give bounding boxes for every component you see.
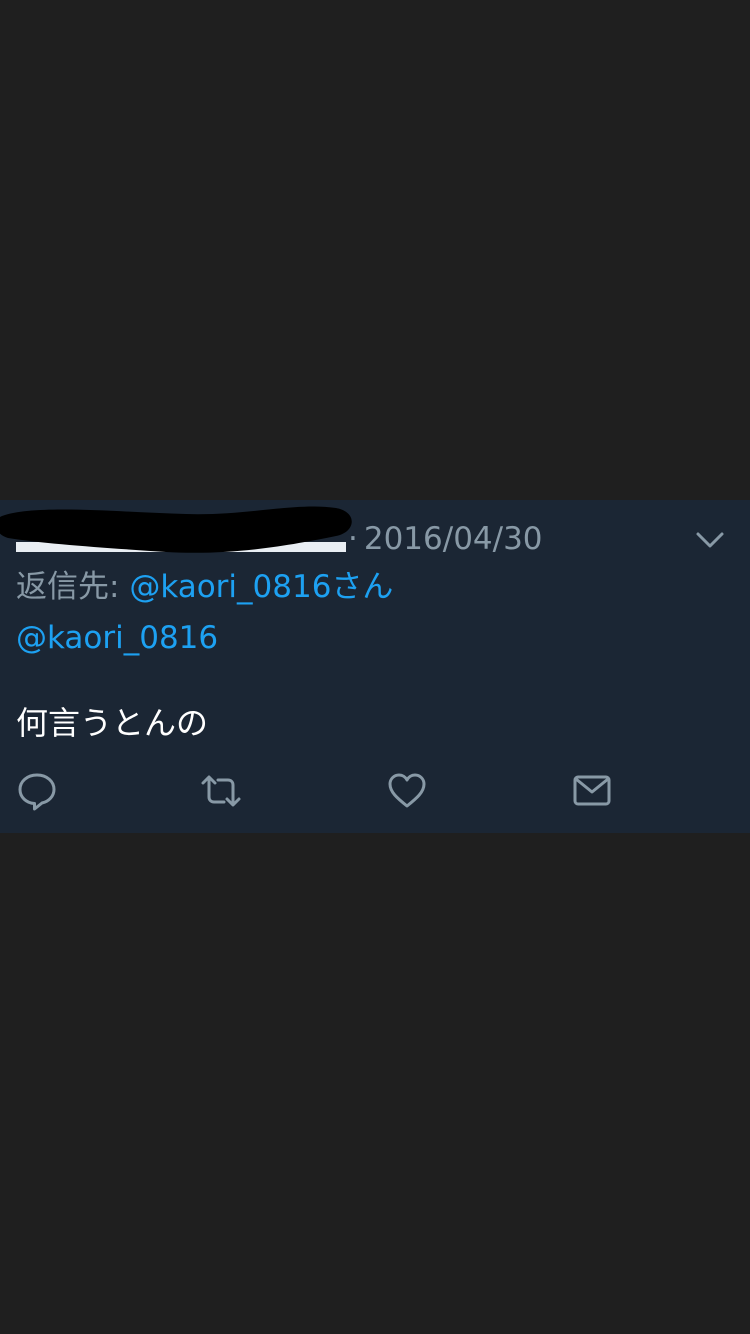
redaction-scribble	[0, 498, 356, 556]
chevron-down-icon[interactable]	[694, 526, 726, 554]
reply-to-line: 返信先: @kaori_0816さん	[16, 567, 393, 607]
reply-to-label: 返信先:	[16, 569, 130, 605]
envelope-icon[interactable]	[571, 770, 613, 812]
tweet-timestamp[interactable]: · 2016/04/30	[348, 520, 543, 558]
heart-icon[interactable]	[386, 770, 428, 812]
comment-bubble-icon[interactable]	[16, 770, 58, 812]
tweet-text: 何言うとんの	[16, 704, 209, 742]
reply-to-mention[interactable]: @kaori_0816さん	[129, 569, 393, 605]
timestamp-text: 2016/04/30	[363, 521, 543, 557]
retweet-icon[interactable]	[200, 770, 242, 812]
tweet-body-mention[interactable]: @kaori_0816	[16, 618, 218, 658]
